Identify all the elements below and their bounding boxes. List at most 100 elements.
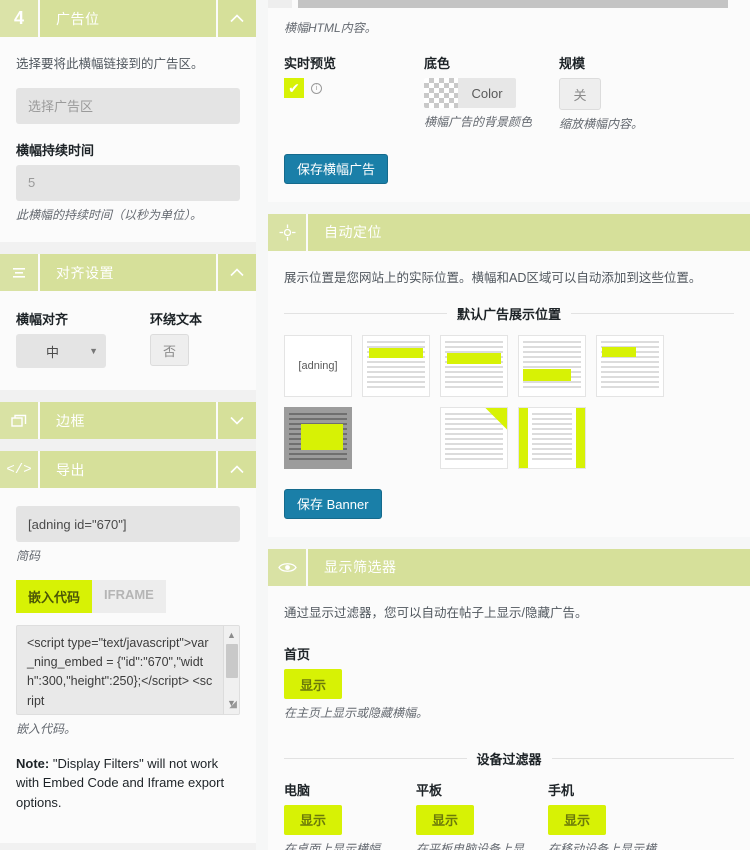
panel-ad-zone-header[interactable]: 4 广告位 (0, 0, 256, 37)
banner-duration-input[interactable]: 5 (16, 164, 240, 201)
scroll-up-icon[interactable]: ▲ (227, 629, 236, 643)
bg-color-button-label: Color (458, 78, 516, 109)
wrap-text-toggle[interactable]: 否 (150, 334, 190, 367)
auto-position-description: 展示位置是您网站上的实际位置。横幅和AD区域可以自动添加到这些位置。 (284, 270, 702, 285)
bg-color-label: 底色 (424, 56, 451, 72)
separator-line-right (551, 757, 735, 759)
panel-export-header[interactable]: </> 导出 (0, 451, 256, 489)
panel-alignment-body: 横幅对齐 中 ▼ 环绕文本 否 (0, 291, 256, 391)
banner-align-label: 横幅对齐 (16, 312, 69, 328)
live-preview-label: 实时预览 (284, 56, 337, 72)
chevron-up-icon[interactable] (216, 0, 256, 37)
resize-handle-icon[interactable]: ◢ (229, 697, 237, 713)
tab-iframe[interactable]: IFRAME (92, 579, 166, 613)
placement-thumb-corner-top-right[interactable] (440, 406, 508, 469)
device-desktop-toggle[interactable]: 显示 (284, 804, 343, 835)
info-circle-icon[interactable]: i (311, 82, 322, 94)
placement-thumb-inline-left[interactable] (596, 334, 664, 397)
placement-thumb-shortcode-label: [adning] (298, 359, 338, 372)
scale-label: 规模 (559, 56, 586, 72)
ad-zone-select[interactable]: 选择广告区 (16, 87, 240, 124)
panel-border-title: 边框 (56, 412, 85, 429)
panel-alignment-title: 对齐设置 (56, 264, 114, 281)
bg-color-hint: 横幅广告的背景颜色 (424, 115, 533, 130)
placement-thumb-shortcode[interactable]: [adning] (284, 334, 352, 397)
thumb-ad-left-rail (519, 407, 528, 468)
device-mobile-toggle[interactable]: 显示 (548, 804, 607, 835)
default-placement-separator: 默认广告展示位置 (284, 304, 735, 323)
thumb-ad-block (602, 346, 636, 357)
thumb-ad-block (301, 423, 343, 450)
editor-toolbar-partial[interactable] (268, 0, 750, 10)
thumb-lines (445, 340, 503, 391)
device-mobile-hint: 在移动设备上显示横幅广告。 (548, 841, 657, 850)
panel-ad-zone-body: 选择要将此横幅链接到的广告区。 选择广告区 横幅持续时间 5 此横幅的持续时间（… (0, 37, 256, 243)
thumb-lines (445, 412, 503, 463)
panel-display-filters: 显示筛选器 通过显示过滤器，您可以自动在帖子上显示/隐藏广告。 首页 显示 在主… (268, 548, 750, 850)
scale-toggle[interactable]: 关 (559, 78, 601, 111)
panel-display-filters-header[interactable]: 显示筛选器 (268, 548, 750, 586)
panel-ad-zone: 4 广告位 选择要将此横幅链接到的广告区。 选择广告区 横幅持续时间 5 此横幅… (0, 0, 256, 243)
panel-auto-position-header[interactable]: 自动定位 (268, 213, 750, 251)
placement-thumb-side-rails[interactable] (518, 406, 586, 469)
thumb-ad-block (447, 352, 501, 364)
chevron-up-icon[interactable] (216, 254, 256, 292)
chevron-down-icon[interactable] (216, 402, 256, 440)
export-note-bold: Note: (16, 755, 50, 771)
banner-align-field: 横幅对齐 中 ▼ (16, 309, 106, 369)
save-banner-button[interactable]: 保存 Banner (284, 488, 382, 519)
home-filter-hint: 在主页上显示或隐藏横幅。 (284, 706, 429, 721)
scrollbar-thumb[interactable] (226, 643, 238, 678)
chevron-up-icon[interactable] (216, 451, 256, 489)
separator-line-left (284, 757, 467, 759)
export-note: Note: "Display Filters" will not work wi… (16, 754, 240, 813)
left-column: 4 广告位 选择要将此横幅链接到的广告区。 选择广告区 横幅持续时间 5 此横幅… (0, 0, 256, 850)
device-tablet-toggle[interactable]: 显示 (416, 804, 475, 835)
device-filter-label: 设备过滤器 (476, 751, 542, 767)
scale-hint: 缩放横幅内容。 (559, 117, 644, 132)
device-filter-tablet: 平板 显示 在平板电脑设备上显示横幅广告。 (416, 780, 548, 850)
panel-display-filters-body: 通过显示过滤器，您可以自动在帖子上显示/隐藏广告。 首页 显示 在主页上显示或隐… (268, 585, 750, 850)
embed-code-textarea[interactable]: <script type="text/javascript">var _ning… (16, 624, 240, 715)
ad-zone-description: 选择要将此横幅链接到的广告区。 (16, 57, 204, 71)
tab-embed-code[interactable]: 嵌入代码 (16, 579, 93, 613)
shortcode-hint: 简码 (16, 549, 41, 564)
thumb-lines (523, 340, 581, 391)
panel-auto-position: 自动定位 展示位置是您网站上的实际位置。横幅和AD区域可以自动添加到这些位置。 … (268, 213, 750, 537)
panel-border: 边框 (0, 402, 256, 440)
bg-color-button[interactable]: Color (424, 78, 516, 109)
device-filter-desktop: 电脑 显示 在桌面上显示横幅。 (284, 780, 416, 850)
device-tablet-hint: 在平板电脑设备上显示横幅广告。 (416, 841, 525, 850)
placement-thumb-overlay-center[interactable] (284, 406, 352, 469)
live-preview-checkbox[interactable]: ✔ (284, 78, 304, 99)
placement-thumb-top-of-content[interactable] (440, 334, 508, 397)
live-preview-control: ✔ i (284, 78, 424, 99)
save-banner-ad-button[interactable]: 保存横幅广告 (284, 153, 389, 184)
panel-export: </> 导出 [adning id="670"] 简码 嵌入代码 IFRAME … (0, 451, 256, 844)
placement-thumb-middle-of-content[interactable] (518, 334, 586, 397)
placement-thumb-before-content[interactable] (362, 334, 430, 397)
bg-color-field: 底色 Color 横幅广告的背景颜色 (424, 53, 559, 133)
banner-duration-label: 横幅持续时间 (16, 142, 95, 158)
thumb-ad-right-rail (576, 407, 585, 468)
editor-toolbar-button[interactable] (268, 0, 292, 8)
banner-duration-hint: 此横幅的持续时间（以秒为单位）。 (16, 207, 203, 222)
shortcode-input[interactable]: [adning id="670"] (16, 506, 240, 543)
panel-border-header[interactable]: 边框 (0, 402, 256, 440)
banner-align-select[interactable]: 中 ▼ (16, 334, 106, 369)
device-desktop-hint: 在桌面上显示横幅。 (284, 841, 393, 850)
separator-line-left (284, 312, 447, 314)
scale-field: 规模 关 缩放横幅内容。 (559, 53, 709, 133)
code-icon: </> (0, 451, 40, 489)
device-filter-mobile: 手机 显示 在移动设备上显示横幅广告。 (548, 780, 680, 850)
panel-export-body: [adning id="670"] 简码 嵌入代码 IFRAME <script… (0, 488, 256, 844)
thumb-ad-block (369, 347, 423, 358)
home-filter-toggle[interactable]: 显示 (284, 669, 343, 700)
panel-alignment-header[interactable]: 对齐设置 (0, 254, 256, 292)
banner-html-hint: 横幅HTML内容。 (284, 21, 377, 35)
editor-toolbar-bar[interactable] (298, 0, 728, 8)
save-banner-ad-row: 保存横幅广告 (284, 153, 734, 184)
panel-banner-html: 横幅HTML内容。 实时预览 ✔ i 底色 Color 横幅广告的背景颜色 规模… (268, 0, 750, 202)
border-icon (0, 402, 40, 440)
live-preview-field: 实时预览 ✔ i (284, 53, 424, 133)
